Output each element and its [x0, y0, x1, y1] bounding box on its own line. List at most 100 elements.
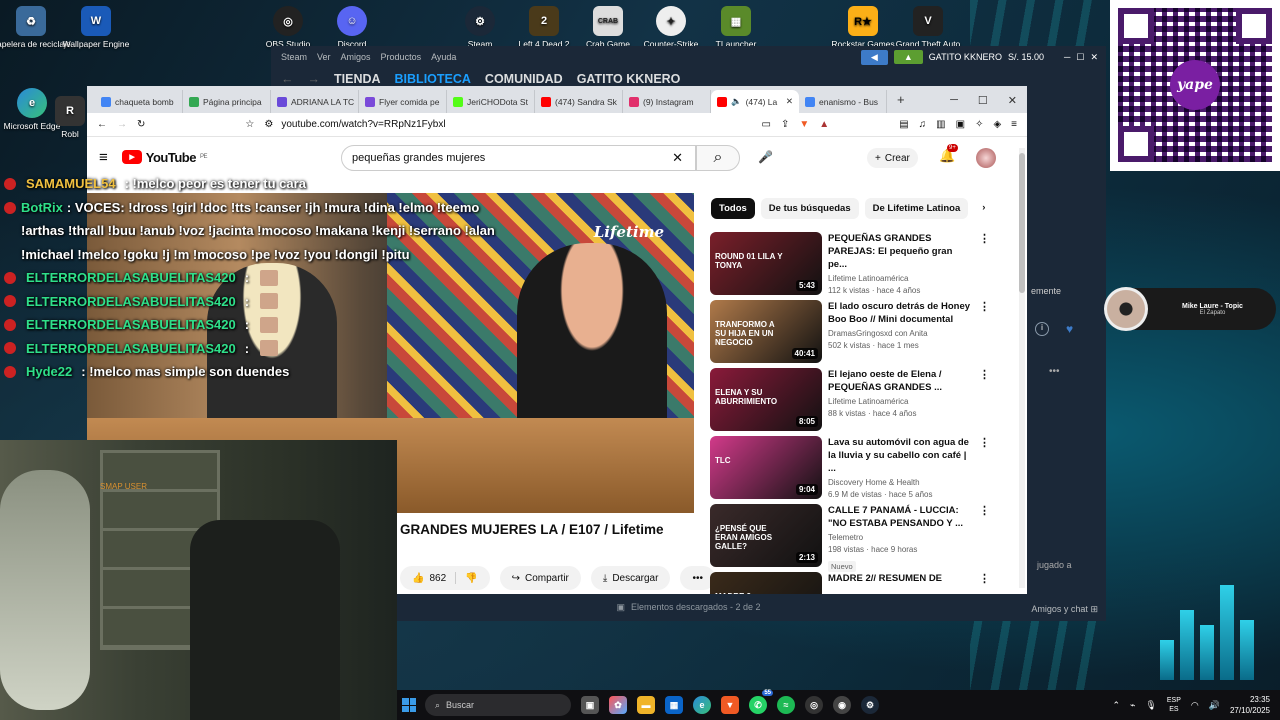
- heart-icon[interactable]: ♥: [1066, 322, 1073, 336]
- xbox-icon[interactable]: ◉: [833, 696, 851, 714]
- friends-chat-button[interactable]: Amigos y chat ⊞: [1031, 604, 1098, 615]
- back-icon[interactable]: ←: [97, 119, 107, 130]
- reader-icon[interactable]: ▤: [899, 119, 908, 130]
- forward-arrow-icon[interactable]: →: [308, 72, 321, 86]
- announce-button[interactable]: ◀: [860, 49, 888, 65]
- network-icon[interactable]: ⌁: [1130, 700, 1135, 711]
- share-button[interactable]: ↪ Compartir: [499, 566, 581, 590]
- browser-tab[interactable]: Página principa: [183, 90, 271, 113]
- maximize-icon[interactable]: ☐: [978, 94, 988, 107]
- share-icon[interactable]: ⇪: [781, 119, 789, 130]
- whatsapp-icon[interactable]: ✆ 55: [749, 690, 773, 714]
- video-thumbnail[interactable]: ELENA Y SU ABURRIMIENTO 8:05: [710, 368, 822, 431]
- recommendation-item[interactable]: TLC 9:04 Lava su automóvil con agua de l…: [710, 436, 990, 504]
- nav-tienda[interactable]: TIENDA: [334, 72, 381, 86]
- recommendation-item[interactable]: MADRE 2 MADRE 2// RESUMEN DE ⋮: [710, 572, 990, 594]
- back-arrow-icon[interactable]: ←: [281, 72, 294, 86]
- channel-name[interactable]: Discovery Home & Health: [828, 477, 973, 489]
- task-view-icon[interactable]: ▣: [581, 696, 599, 714]
- notifications-button[interactable]: 🔔 9+: [939, 144, 958, 164]
- video-thumbnail[interactable]: ¿PENSÉ QUE ERAN AMIGOS GALLE? 2:13: [710, 504, 822, 567]
- recommendation-item[interactable]: ELENA Y SU ABURRIMIENTO 8:05 El lejano o…: [710, 368, 990, 436]
- vpn-icon[interactable]: ◈: [993, 119, 1001, 130]
- browser-tab[interactable]: Flyer comida pe: [359, 90, 447, 113]
- recommendation-title[interactable]: El lado oscuro detrás de Honey Boo Boo /…: [828, 300, 973, 326]
- like-button[interactable]: 👍 862 👎: [400, 566, 490, 590]
- menu-ver[interactable]: Ver: [317, 52, 331, 62]
- spotify-icon[interactable]: ≈: [777, 696, 795, 714]
- menu-productos[interactable]: Productos: [381, 52, 422, 62]
- recommendation-title[interactable]: Lava su automóvil con agua de la lluvia …: [828, 436, 973, 475]
- chevron-right-icon[interactable]: ›: [974, 198, 993, 219]
- recommendation-item[interactable]: ROUND 01 LILA Y TONYA 5:43 PEQUEÑAS GRAN…: [710, 232, 990, 300]
- search-button[interactable]: ⌕: [696, 145, 740, 171]
- browser-tab[interactable]: ADRIANA LA TC: [271, 90, 359, 113]
- menu-icon[interactable]: ≡: [1011, 119, 1017, 130]
- maximize-icon[interactable]: ☐: [1076, 52, 1084, 63]
- channel-name[interactable]: Telemetro: [828, 532, 973, 544]
- video-thumbnail[interactable]: TLC 9:04: [710, 436, 822, 499]
- browser-tab[interactable]: (474) Sandra Sk: [535, 90, 623, 113]
- youtube-logo[interactable]: ▶ YouTube PE: [121, 150, 207, 165]
- tab-close-icon[interactable]: ✕: [786, 96, 793, 107]
- bookmark-icon[interactable]: ☆: [245, 119, 254, 130]
- menu-amigos[interactable]: Amigos: [341, 52, 371, 62]
- recommendation-title[interactable]: PEQUEÑAS GRANDES PAREJAS: El pequeño gra…: [828, 232, 973, 271]
- wallet-icon[interactable]: ▣: [956, 119, 965, 130]
- forward-icon[interactable]: →: [117, 119, 127, 130]
- chevron-up-icon[interactable]: ⌃: [1112, 700, 1120, 711]
- close-icon[interactable]: ✕: [1090, 52, 1098, 63]
- video-thumbnail[interactable]: TRANFORMO A SU HIJA EN UN NEGOCIO 40:41: [710, 300, 822, 363]
- avatar[interactable]: [976, 148, 996, 168]
- media-icon[interactable]: ♫: [919, 119, 927, 130]
- language-indicator[interactable]: ESP ES: [1167, 696, 1181, 714]
- menu-ayuda[interactable]: Ayuda: [431, 52, 456, 62]
- channel-name[interactable]: Lifetime Latinoamérica: [828, 396, 973, 408]
- thumbs-down-icon[interactable]: 👎: [465, 573, 477, 584]
- obs-icon[interactable]: ◎: [805, 696, 823, 714]
- mic-icon[interactable]: 🎙: [1145, 700, 1156, 711]
- minimize-icon[interactable]: ─: [950, 94, 958, 107]
- clock[interactable]: 23:35 27/10/2025: [1230, 694, 1270, 716]
- microphone-icon[interactable]: 🎤: [758, 150, 773, 164]
- nav-comunidad[interactable]: COMUNIDAD: [485, 72, 563, 86]
- more-options-icon[interactable]: ⋮: [979, 572, 990, 594]
- desktop-icon-wallpaper-engine[interactable]: W Wallpaper Engine: [53, 6, 139, 49]
- more-options-icon[interactable]: ⋮: [979, 300, 990, 368]
- recommendation-title[interactable]: MADRE 2// RESUMEN DE: [828, 572, 973, 585]
- close-icon[interactable]: ✕: [1008, 94, 1017, 107]
- brave-shield-icon[interactable]: ▼: [799, 119, 809, 130]
- chip-de-lifetime[interactable]: De Lifetime Latinoa: [864, 198, 969, 219]
- more-icon[interactable]: •••: [1049, 366, 1060, 377]
- create-button[interactable]: + Crear: [867, 148, 918, 168]
- hamburger-menu-icon[interactable]: ≡: [99, 149, 108, 166]
- desktop-icon-gta[interactable]: V Grand Theft Auto: [885, 6, 971, 49]
- recommendation-item[interactable]: TRANFORMO A SU HIJA EN UN NEGOCIO 40:41 …: [710, 300, 990, 368]
- chip-de-tus-busquedas[interactable]: De tus búsquedas: [760, 198, 859, 219]
- browser-tab[interactable]: (9) Instagram: [623, 90, 711, 113]
- youtube-search-input[interactable]: pequeñas grandes mujeres ✕: [341, 145, 696, 171]
- sidebar-icon[interactable]: ▥: [936, 119, 945, 130]
- more-options-icon[interactable]: ⋮: [979, 436, 990, 504]
- video-thumbnail[interactable]: ROUND 01 LILA Y TONYA 5:43: [710, 232, 822, 295]
- browser-tab[interactable]: enanismo - Bus: [799, 90, 887, 113]
- steam-user-name[interactable]: GATITO KKNERO: [929, 52, 1002, 62]
- copilot-icon[interactable]: ✿: [609, 696, 627, 714]
- leo-icon[interactable]: ✧: [975, 119, 983, 130]
- cast-icon[interactable]: ▭: [762, 119, 771, 130]
- clear-search-icon[interactable]: ✕: [672, 150, 683, 166]
- steam-icon[interactable]: ⚙: [861, 696, 879, 714]
- edge-icon[interactable]: e: [693, 696, 711, 714]
- rewards-icon[interactable]: ▲: [819, 119, 829, 130]
- more-options-icon[interactable]: ⋮: [979, 232, 990, 300]
- more-options-icon[interactable]: ⋮: [979, 504, 990, 572]
- new-tab-icon[interactable]: +: [887, 92, 915, 113]
- recommendation-item[interactable]: ¿PENSÉ QUE ERAN AMIGOS GALLE? 2:13 CALLE…: [710, 504, 990, 572]
- taskbar-search[interactable]: ⌕ Buscar: [425, 694, 571, 716]
- browser-tab[interactable]: JeriCHODota St: [447, 90, 535, 113]
- scrollbar[interactable]: [1019, 148, 1025, 588]
- volume-icon[interactable]: 🔊: [1209, 700, 1220, 711]
- wifi-icon[interactable]: ◠: [1191, 700, 1199, 711]
- store-icon[interactable]: ▦: [665, 696, 683, 714]
- channel-name[interactable]: DramasGringosxd con Anita: [828, 328, 973, 340]
